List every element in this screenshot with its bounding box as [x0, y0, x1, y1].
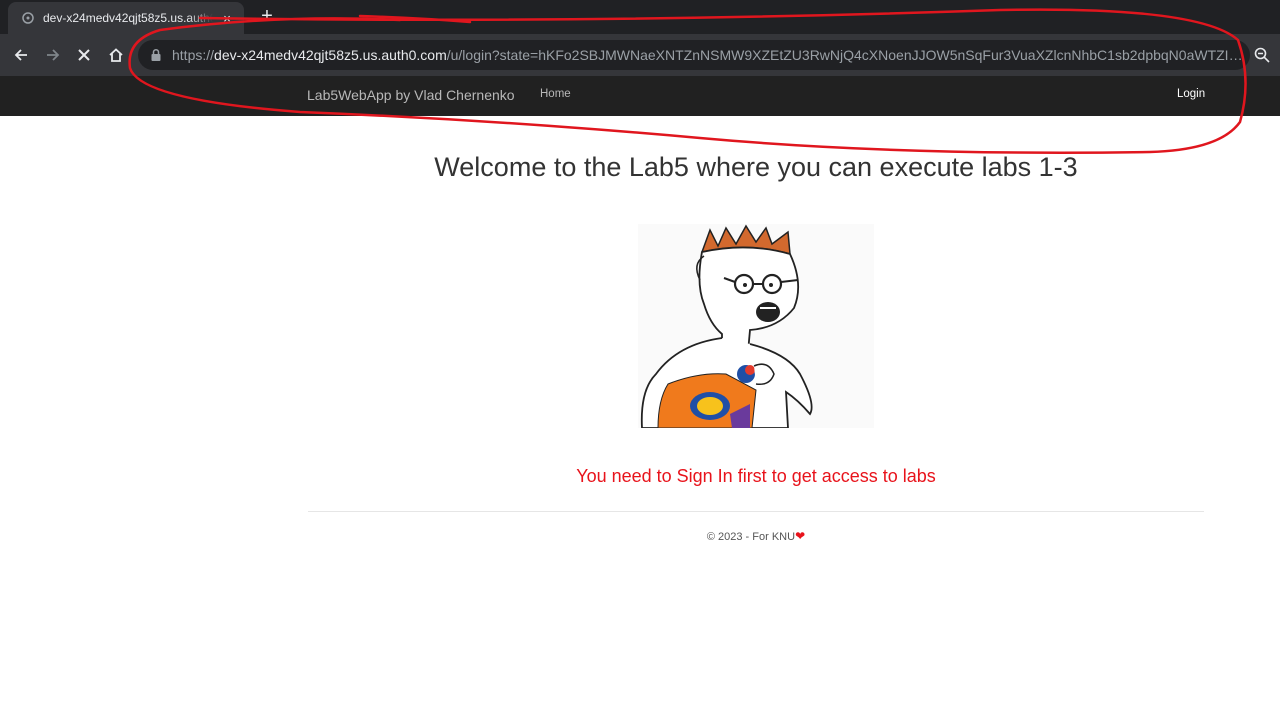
new-tab-button[interactable]: + — [256, 5, 278, 27]
nav-login-link[interactable]: Login — [1177, 88, 1205, 100]
tab-close-icon[interactable]: × — [219, 11, 235, 26]
site-navbar: Lab5WebApp by Vlad Chernenko Home Login — [0, 76, 1280, 116]
footer-text: © 2023 - For KNU — [706, 531, 796, 543]
favicon-icon — [22, 12, 34, 24]
home-icon[interactable] — [104, 43, 128, 67]
nav-home-link[interactable]: Home — [540, 88, 571, 100]
heart-icon: ❤ — [795, 529, 806, 543]
zoom-icon[interactable] — [1253, 46, 1271, 64]
browser-tab-strip: dev-x24medv42qjt58z5.us.auth0.com × + — [0, 0, 1280, 34]
url-path: /u/login?state=hKFo2SBJMWNaeXNTZnNSMW9XZ… — [446, 47, 1246, 63]
url-scheme: https:// — [172, 47, 215, 63]
forward-icon[interactable] — [41, 43, 65, 67]
url-text: https://dev-x24medv42qjt58z5.us.auth0.co… — [172, 47, 1246, 63]
stop-icon[interactable] — [72, 43, 96, 67]
url-host: dev-x24medv42qjt58z5.us.auth0.com — [214, 47, 447, 63]
tab-title: dev-x24medv42qjt58z5.us.auth0.com — [43, 11, 213, 25]
lock-icon — [151, 48, 161, 61]
signin-required-message: You need to Sign In first to get access … — [576, 466, 936, 486]
browser-tab[interactable]: dev-x24medv42qjt58z5.us.auth0.com × — [8, 2, 244, 34]
address-bar[interactable]: https://dev-x24medv42qjt58z5.us.auth0.co… — [138, 40, 1250, 70]
back-icon[interactable] — [9, 43, 33, 67]
page-footer: © 2023 - For KNU❤ — [0, 529, 1280, 543]
meme-image — [638, 224, 874, 429]
page-heading: Welcome to the Lab5 where you can execut… — [434, 152, 1078, 182]
footer-divider — [308, 511, 1204, 512]
brand-link[interactable]: Lab5WebApp by Vlad Chernenko — [307, 87, 515, 103]
